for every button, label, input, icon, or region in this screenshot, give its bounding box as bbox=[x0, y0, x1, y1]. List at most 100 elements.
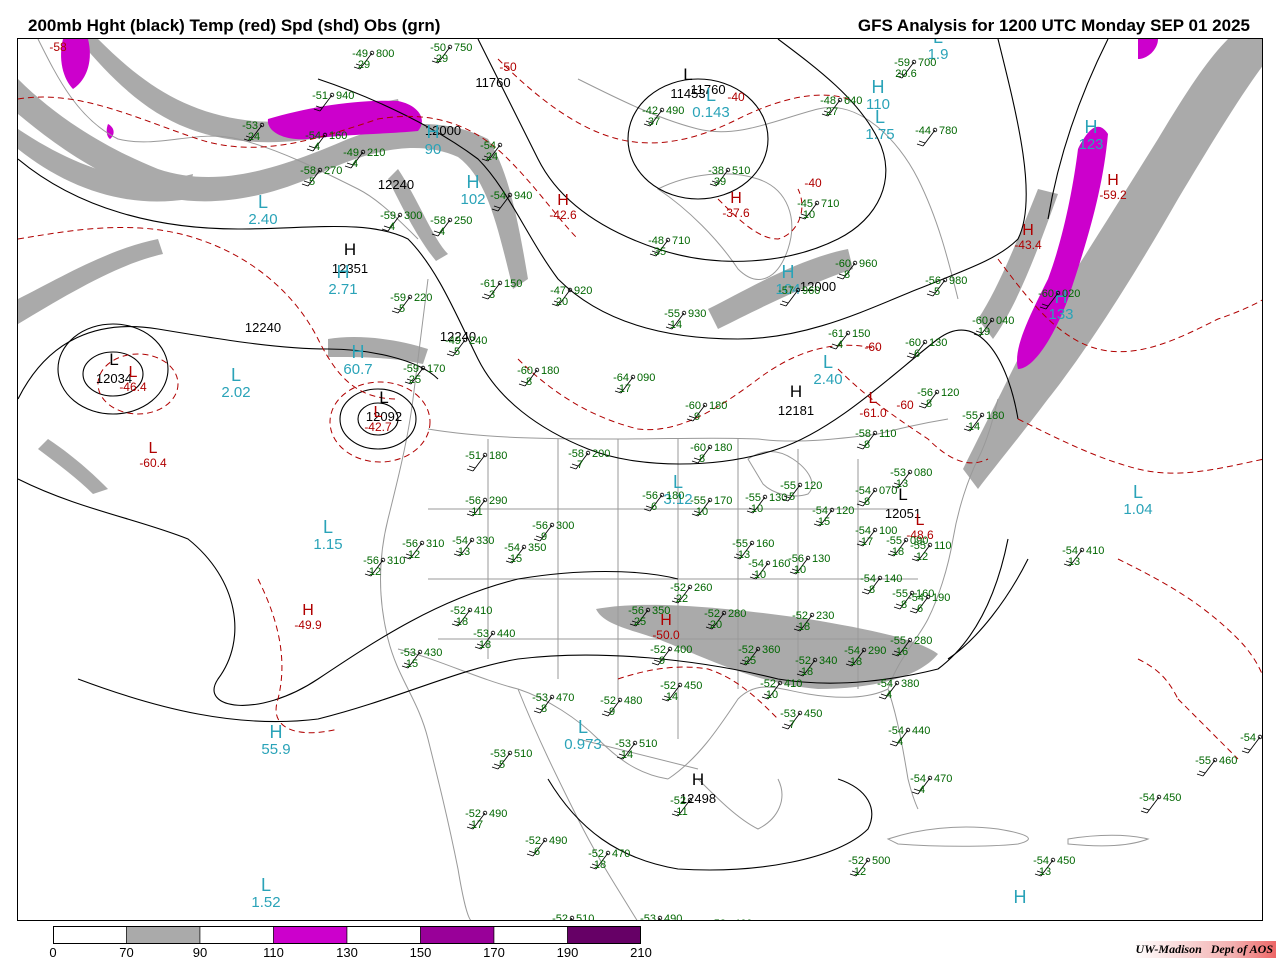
jet-west-pacific bbox=[18, 239, 163, 324]
isotherm-9 bbox=[1117, 558, 1262, 676]
obs-height: 430 bbox=[424, 647, 442, 659]
temp-contour-label: -40 bbox=[804, 176, 822, 190]
scale-segment bbox=[420, 926, 495, 944]
obs-speed: 8 bbox=[844, 269, 850, 281]
speed-center-value: 1.75 bbox=[865, 126, 894, 143]
obs-speed: 6 bbox=[917, 603, 923, 615]
obs-height: 170 bbox=[427, 363, 445, 375]
obs-height: 180 bbox=[489, 450, 507, 462]
obs-speed: 5 bbox=[309, 176, 315, 188]
speed-center-value: 2.40 bbox=[248, 211, 277, 228]
speed-center-value: 123 bbox=[1078, 136, 1103, 153]
obs-height: 180 bbox=[986, 410, 1004, 422]
temp-center-value: -42.6 bbox=[549, 208, 577, 222]
obs-height: 510 bbox=[732, 165, 750, 177]
obs-height: 130 bbox=[812, 553, 830, 565]
obs-height: 480 bbox=[624, 695, 642, 707]
scale-tick-label: 110 bbox=[263, 945, 284, 960]
obs-speed: 8 bbox=[901, 599, 907, 611]
obs-height: 450 bbox=[684, 680, 702, 692]
speed-center-marker: H bbox=[872, 77, 885, 97]
height-contour-label: 12240 bbox=[378, 177, 414, 192]
temp-center-value: -60.4 bbox=[139, 456, 167, 470]
obs-temp: -51 bbox=[465, 450, 481, 462]
obs-speed: 18 bbox=[801, 666, 813, 678]
temp-contour-label: -60 bbox=[864, 340, 882, 354]
obs-height: 180 bbox=[541, 365, 559, 377]
obs-speed: 20 bbox=[710, 619, 722, 631]
speed-center-value: 133 bbox=[1048, 306, 1073, 323]
obs-speed: 35 bbox=[654, 246, 666, 258]
obs-height: 440 bbox=[497, 628, 515, 640]
jet-ca-offshore bbox=[328, 337, 428, 364]
obs-speed: 12 bbox=[369, 566, 381, 578]
scale-segment bbox=[493, 926, 568, 944]
speed-center-marker: L bbox=[258, 192, 268, 212]
weather-map[interactable]: H 12351 L 12034 L 12092 L 11453 H 12181 H 12498 L 120… bbox=[17, 38, 1263, 921]
temp-center-marker: L bbox=[916, 512, 925, 529]
isotherm-2 bbox=[18, 226, 399, 400]
scale-segment bbox=[126, 926, 201, 944]
isotherm-5 bbox=[257, 578, 339, 734]
obs-temp: -54 bbox=[1139, 792, 1155, 804]
obs-height: 300 bbox=[404, 210, 422, 222]
speed-center-marker: L bbox=[261, 875, 271, 895]
obs-height: 510 bbox=[576, 913, 594, 921]
jet-max-small bbox=[106, 124, 114, 139]
credit-dept: Dept of AOS bbox=[1210, 942, 1273, 956]
obs-height: 280 bbox=[914, 635, 932, 647]
obs-speed: 10 bbox=[754, 569, 766, 581]
obs-height: 490 bbox=[489, 808, 507, 820]
title-left: 200mb Hght (black) Temp (red) Spd (shd) … bbox=[28, 16, 441, 35]
obs-height: 290 bbox=[489, 495, 507, 507]
temp-center-value: -42.7 bbox=[364, 420, 392, 434]
obs-height: 410 bbox=[474, 605, 492, 617]
obs-speed: 18 bbox=[798, 621, 810, 633]
obs-speed: 25 bbox=[409, 374, 421, 386]
speed-center-marker: H bbox=[782, 262, 795, 282]
speed-center-value: 1.15 bbox=[313, 536, 342, 553]
obs-speed: 10 bbox=[766, 689, 778, 701]
obs-height: 120 bbox=[804, 480, 822, 492]
obs-speed: 8 bbox=[869, 584, 875, 596]
obs-height: 360 bbox=[762, 644, 780, 656]
obs-speed: 5 bbox=[399, 303, 405, 315]
obs-speed: 6 bbox=[651, 501, 657, 513]
height-center-marker: L bbox=[109, 350, 118, 369]
obs-speed: 3 bbox=[489, 289, 495, 301]
obs-speed: 5 bbox=[934, 286, 940, 298]
obs-temp: -53 bbox=[640, 913, 656, 921]
height-contour-label: 12240 bbox=[245, 320, 281, 335]
obs-speed: 20.6 bbox=[895, 68, 916, 80]
obs-height: 780 bbox=[939, 125, 957, 137]
temp-center-value: -59.2 bbox=[1099, 188, 1127, 202]
height-center-marker: H bbox=[790, 382, 802, 401]
obs-height: 920 bbox=[574, 285, 592, 297]
speed-center-marker: L bbox=[231, 365, 241, 385]
obs-speed: 4 bbox=[886, 689, 892, 701]
obs-speed: 13 bbox=[458, 546, 470, 558]
obs-speed: 18 bbox=[479, 639, 491, 651]
height-contour-label: 11760 bbox=[475, 75, 510, 90]
speed-center-marker: L bbox=[578, 717, 588, 737]
obs-speed: 4 bbox=[439, 226, 445, 238]
height-center-marker: H bbox=[344, 240, 356, 259]
speed-center-marker: H bbox=[337, 262, 350, 282]
obs-speed: 16 bbox=[896, 646, 908, 658]
title-right: GFS Analysis for 1200 UTC Monday SEP 01 … bbox=[857, 16, 1250, 35]
obs-height: 470 bbox=[934, 773, 952, 785]
speed-center-marker: L bbox=[673, 472, 683, 492]
contour-low-pacific bbox=[57, 323, 169, 415]
temp-contour-label: -58 bbox=[49, 40, 67, 54]
height-center-value: 12181 bbox=[778, 403, 814, 418]
temp-center-value: -37.6 bbox=[722, 206, 750, 220]
obs-height: 020 bbox=[1062, 288, 1080, 300]
obs-height: 110 bbox=[879, 428, 897, 440]
obs-height: 290 bbox=[868, 645, 886, 657]
obs-speed: 29 bbox=[436, 53, 448, 65]
speed-center-marker: H bbox=[467, 172, 480, 192]
speed-center-value: 0.143 bbox=[692, 104, 730, 121]
obs-height: 180 bbox=[709, 400, 727, 412]
obs-speed: 8 bbox=[526, 376, 532, 388]
obs-speed: 24 bbox=[486, 151, 498, 163]
